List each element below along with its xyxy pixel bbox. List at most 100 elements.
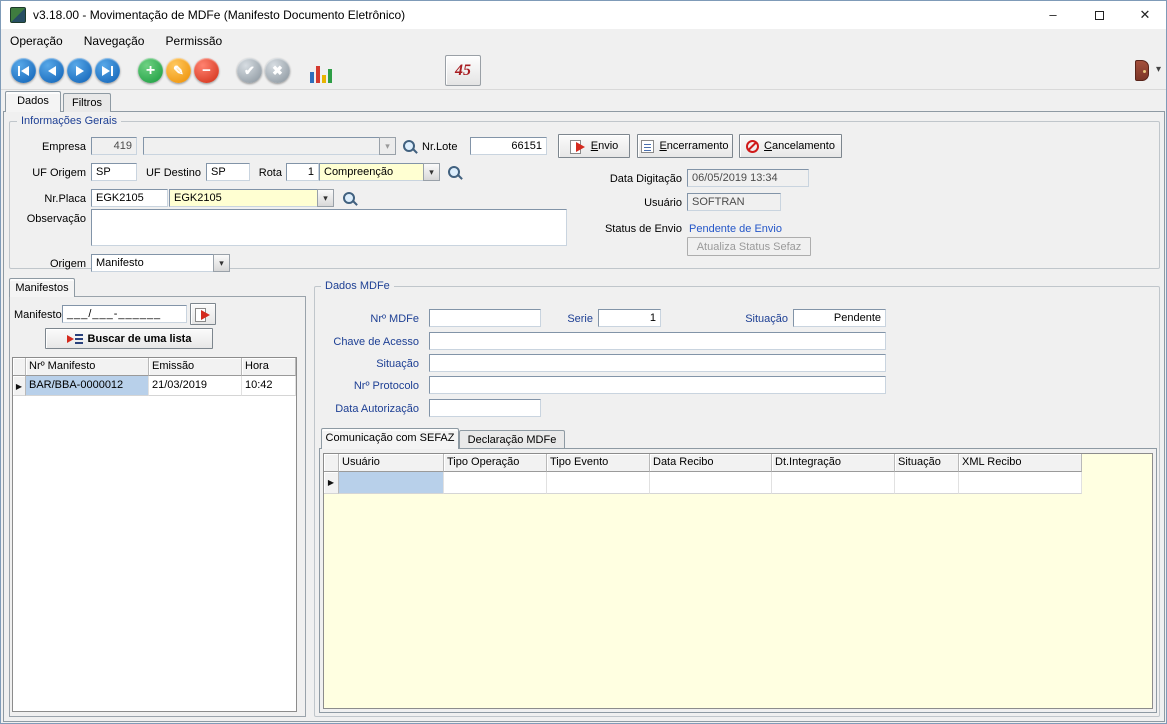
maximize-button[interactable] bbox=[1076, 1, 1122, 29]
confirm-button[interactable]: ✔ bbox=[237, 58, 262, 83]
empresa-search-icon[interactable] bbox=[402, 139, 418, 155]
sefaz-grid: Usuário Tipo Operação Tipo Evento Data R… bbox=[323, 453, 1153, 709]
toolbar: + ✎ − ✔ ✖ 45 ▾ bbox=[1, 52, 1166, 90]
rota-search-icon[interactable] bbox=[447, 165, 463, 181]
observacao-field[interactable] bbox=[91, 209, 567, 246]
origem-combo-dropdown-icon[interactable]: ▾ bbox=[213, 254, 230, 272]
uf-origem-label: UF Origem bbox=[11, 167, 86, 179]
empresa-combo-dropdown-icon: ▾ bbox=[379, 137, 396, 155]
sefaz-grid-cell-usuario[interactable] bbox=[339, 472, 444, 494]
nr-protocolo-label: Nrº Protocolo bbox=[301, 380, 419, 392]
menu-navegacao[interactable]: Navegação bbox=[75, 30, 154, 52]
manifestos-grid-gutter-header bbox=[13, 358, 26, 376]
empresa-combo bbox=[143, 137, 396, 155]
menu-permissao[interactable]: Permissão bbox=[157, 30, 232, 52]
origem-combo[interactable]: Manifesto bbox=[91, 254, 214, 272]
sefaz-grid-cell-xml-recibo[interactable] bbox=[959, 472, 1082, 494]
manifestos-grid-cell-hora[interactable]: 10:42 bbox=[242, 376, 296, 396]
nr-placa-field[interactable]: EGK2105 bbox=[91, 189, 168, 207]
data-digitacao-label: Data Digitação bbox=[561, 173, 682, 185]
serie-field[interactable]: 1 bbox=[598, 309, 661, 327]
cancel-button[interactable]: ✖ bbox=[265, 58, 290, 83]
tab-filtros[interactable]: Filtros bbox=[63, 93, 111, 112]
previous-record-button[interactable] bbox=[39, 58, 64, 83]
chave-acesso-field[interactable] bbox=[429, 332, 886, 350]
tab-comunicacao-sefaz[interactable]: Comunicação com SEFAZ bbox=[321, 428, 459, 449]
sefaz-grid-header-xml-recibo[interactable]: XML Recibo bbox=[959, 454, 1082, 472]
chave-acesso-label: Chave de Acesso bbox=[301, 336, 419, 348]
sefaz-grid-cell-tipo-evento[interactable] bbox=[547, 472, 650, 494]
exit-icon[interactable] bbox=[1135, 60, 1149, 81]
close-button[interactable]: ✕ bbox=[1122, 1, 1167, 29]
situacao-label: Situação bbox=[301, 358, 419, 370]
nr-protocolo-field[interactable] bbox=[429, 376, 886, 394]
buscar-lista-button[interactable]: Buscar de uma lista bbox=[45, 328, 213, 349]
app-icon bbox=[10, 7, 26, 23]
rota-combo[interactable]: Compreenção bbox=[319, 163, 424, 181]
manifesto-send-button[interactable] bbox=[190, 303, 216, 325]
usuario-label: Usuário bbox=[561, 197, 682, 209]
last-record-button[interactable] bbox=[95, 58, 120, 83]
add-button[interactable]: + bbox=[138, 58, 163, 83]
manifestos-grid-header-emissao[interactable]: Emissão bbox=[149, 358, 242, 376]
manifesto-send-icon bbox=[195, 308, 211, 321]
sefaz-grid-header-usuario[interactable]: Usuário bbox=[339, 454, 444, 472]
anniversary-logo-button[interactable]: 45 bbox=[445, 55, 481, 86]
data-digitacao-field: 06/05/2019 13:34 bbox=[687, 169, 809, 187]
nr-mdfe-field[interactable] bbox=[429, 309, 541, 327]
encerramento-button[interactable]: Encerramento bbox=[637, 134, 733, 158]
sefaz-grid-header-situacao[interactable]: Situação bbox=[895, 454, 959, 472]
atualiza-status-sefaz-button: Atualiza Status Sefaz bbox=[687, 237, 811, 256]
usuario-field: SOFTRAN bbox=[687, 193, 781, 211]
rota-code-field[interactable]: 1 bbox=[286, 163, 319, 181]
uf-origem-field[interactable]: SP bbox=[91, 163, 137, 181]
sefaz-grid-row-indicator: ▶ bbox=[324, 472, 339, 494]
manifestos-grid: Nrº Manifesto Emissão Hora ▶ BAR/BBA-000… bbox=[12, 357, 297, 712]
sefaz-grid-cell-data-recibo[interactable] bbox=[650, 472, 772, 494]
origem-label: Origem bbox=[11, 258, 86, 270]
chart-icon[interactable] bbox=[307, 61, 333, 83]
sefaz-grid-header-data-recibo[interactable]: Data Recibo bbox=[650, 454, 772, 472]
manifesto-mask-field[interactable]: ___/___-______ bbox=[62, 305, 187, 323]
tab-manifestos[interactable]: Manifestos bbox=[9, 278, 75, 297]
nr-placa-label: Nr.Placa bbox=[11, 193, 86, 205]
delete-button[interactable]: − bbox=[194, 58, 219, 83]
atualiza-status-sefaz-label: Atualiza Status Sefaz bbox=[697, 241, 802, 253]
sefaz-grid-header-tipo-operacao[interactable]: Tipo Operação bbox=[444, 454, 547, 472]
manifestos-grid-cell-nr[interactable]: BAR/BBA-0000012 bbox=[26, 376, 149, 396]
envio-button-label: Envio bbox=[591, 140, 619, 152]
data-autorizacao-field[interactable] bbox=[429, 399, 541, 417]
minimize-button[interactable]: – bbox=[1030, 1, 1076, 29]
status-envio-value: Pendente de Envio bbox=[689, 223, 782, 235]
envio-icon bbox=[570, 140, 586, 153]
envio-button[interactable]: Envio bbox=[558, 134, 630, 158]
edit-button[interactable]: ✎ bbox=[166, 58, 191, 83]
sefaz-grid-cell-situacao[interactable] bbox=[895, 472, 959, 494]
situacao-field[interactable] bbox=[429, 354, 886, 372]
sefaz-grid-cell-dt-integracao[interactable] bbox=[772, 472, 895, 494]
manifestos-grid-cell-emissao[interactable]: 21/03/2019 bbox=[149, 376, 242, 396]
menu-bar: Operação Navegação Permissão bbox=[1, 30, 1166, 52]
next-record-button[interactable] bbox=[67, 58, 92, 83]
nr-placa-combo[interactable]: EGK2105 bbox=[169, 189, 318, 207]
tab-dados[interactable]: Dados bbox=[5, 91, 61, 112]
cancelamento-button[interactable]: Cancelamento bbox=[739, 134, 842, 158]
sefaz-grid-header-tipo-evento[interactable]: Tipo Evento bbox=[547, 454, 650, 472]
menu-operacao[interactable]: Operação bbox=[1, 30, 72, 52]
empresa-label: Empresa bbox=[11, 141, 86, 153]
sefaz-grid-header-dt-integracao[interactable]: Dt.Integração bbox=[772, 454, 895, 472]
serie-label: Serie bbox=[549, 313, 593, 325]
buscar-lista-icon bbox=[67, 333, 83, 345]
rota-combo-dropdown-icon[interactable]: ▾ bbox=[423, 163, 440, 181]
nr-placa-search-icon[interactable] bbox=[342, 191, 358, 207]
tab-declaracao-mdfe[interactable]: Declaração MDFe bbox=[459, 430, 565, 449]
manifestos-grid-header-hora[interactable]: Hora bbox=[242, 358, 296, 376]
uf-destino-field[interactable]: SP bbox=[206, 163, 250, 181]
nr-placa-combo-dropdown-icon[interactable]: ▾ bbox=[317, 189, 334, 207]
first-record-button[interactable] bbox=[11, 58, 36, 83]
toolbar-overflow-icon[interactable]: ▾ bbox=[1156, 64, 1161, 75]
manifestos-grid-header-nr[interactable]: Nrº Manifesto bbox=[26, 358, 149, 376]
nr-lote-label: Nr.Lote bbox=[422, 141, 466, 153]
sefaz-grid-cell-tipo-operacao[interactable] bbox=[444, 472, 547, 494]
nr-lote-field[interactable]: 66151 bbox=[470, 137, 547, 155]
